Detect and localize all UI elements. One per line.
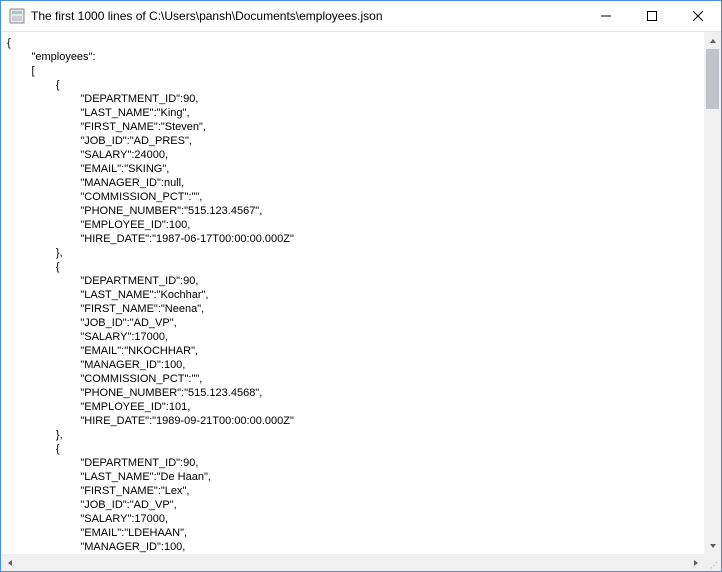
scroll-down-arrow[interactable]: [704, 537, 721, 554]
window-title: The first 1000 lines of C:\Users\pansh\D…: [31, 9, 583, 23]
close-button[interactable]: [675, 1, 721, 31]
app-window: The first 1000 lines of C:\Users\pansh\D…: [0, 0, 722, 572]
minimize-button[interactable]: [583, 1, 629, 31]
content-area: { "employees": [ { "DEPARTMENT_ID":90, "…: [1, 32, 721, 571]
file-text-view[interactable]: { "employees": [ { "DEPARTMENT_ID":90, "…: [1, 32, 704, 554]
app-icon: [9, 8, 25, 24]
scroll-left-arrow[interactable]: [1, 554, 18, 571]
resize-grip-icon: ⋰: [710, 563, 719, 569]
window-controls: [583, 1, 721, 31]
scroll-right-arrow[interactable]: [687, 554, 704, 571]
vertical-scroll-thumb[interactable]: [706, 49, 719, 109]
maximize-button[interactable]: [629, 1, 675, 31]
resize-grip[interactable]: ⋰: [704, 554, 721, 571]
horizontal-scrollbar[interactable]: [1, 554, 704, 571]
text-wrap: { "employees": [ { "DEPARTMENT_ID":90, "…: [1, 32, 721, 571]
title-bar[interactable]: The first 1000 lines of C:\Users\pansh\D…: [1, 1, 721, 32]
scroll-up-arrow[interactable]: [704, 32, 721, 49]
vertical-scrollbar[interactable]: [704, 32, 721, 554]
